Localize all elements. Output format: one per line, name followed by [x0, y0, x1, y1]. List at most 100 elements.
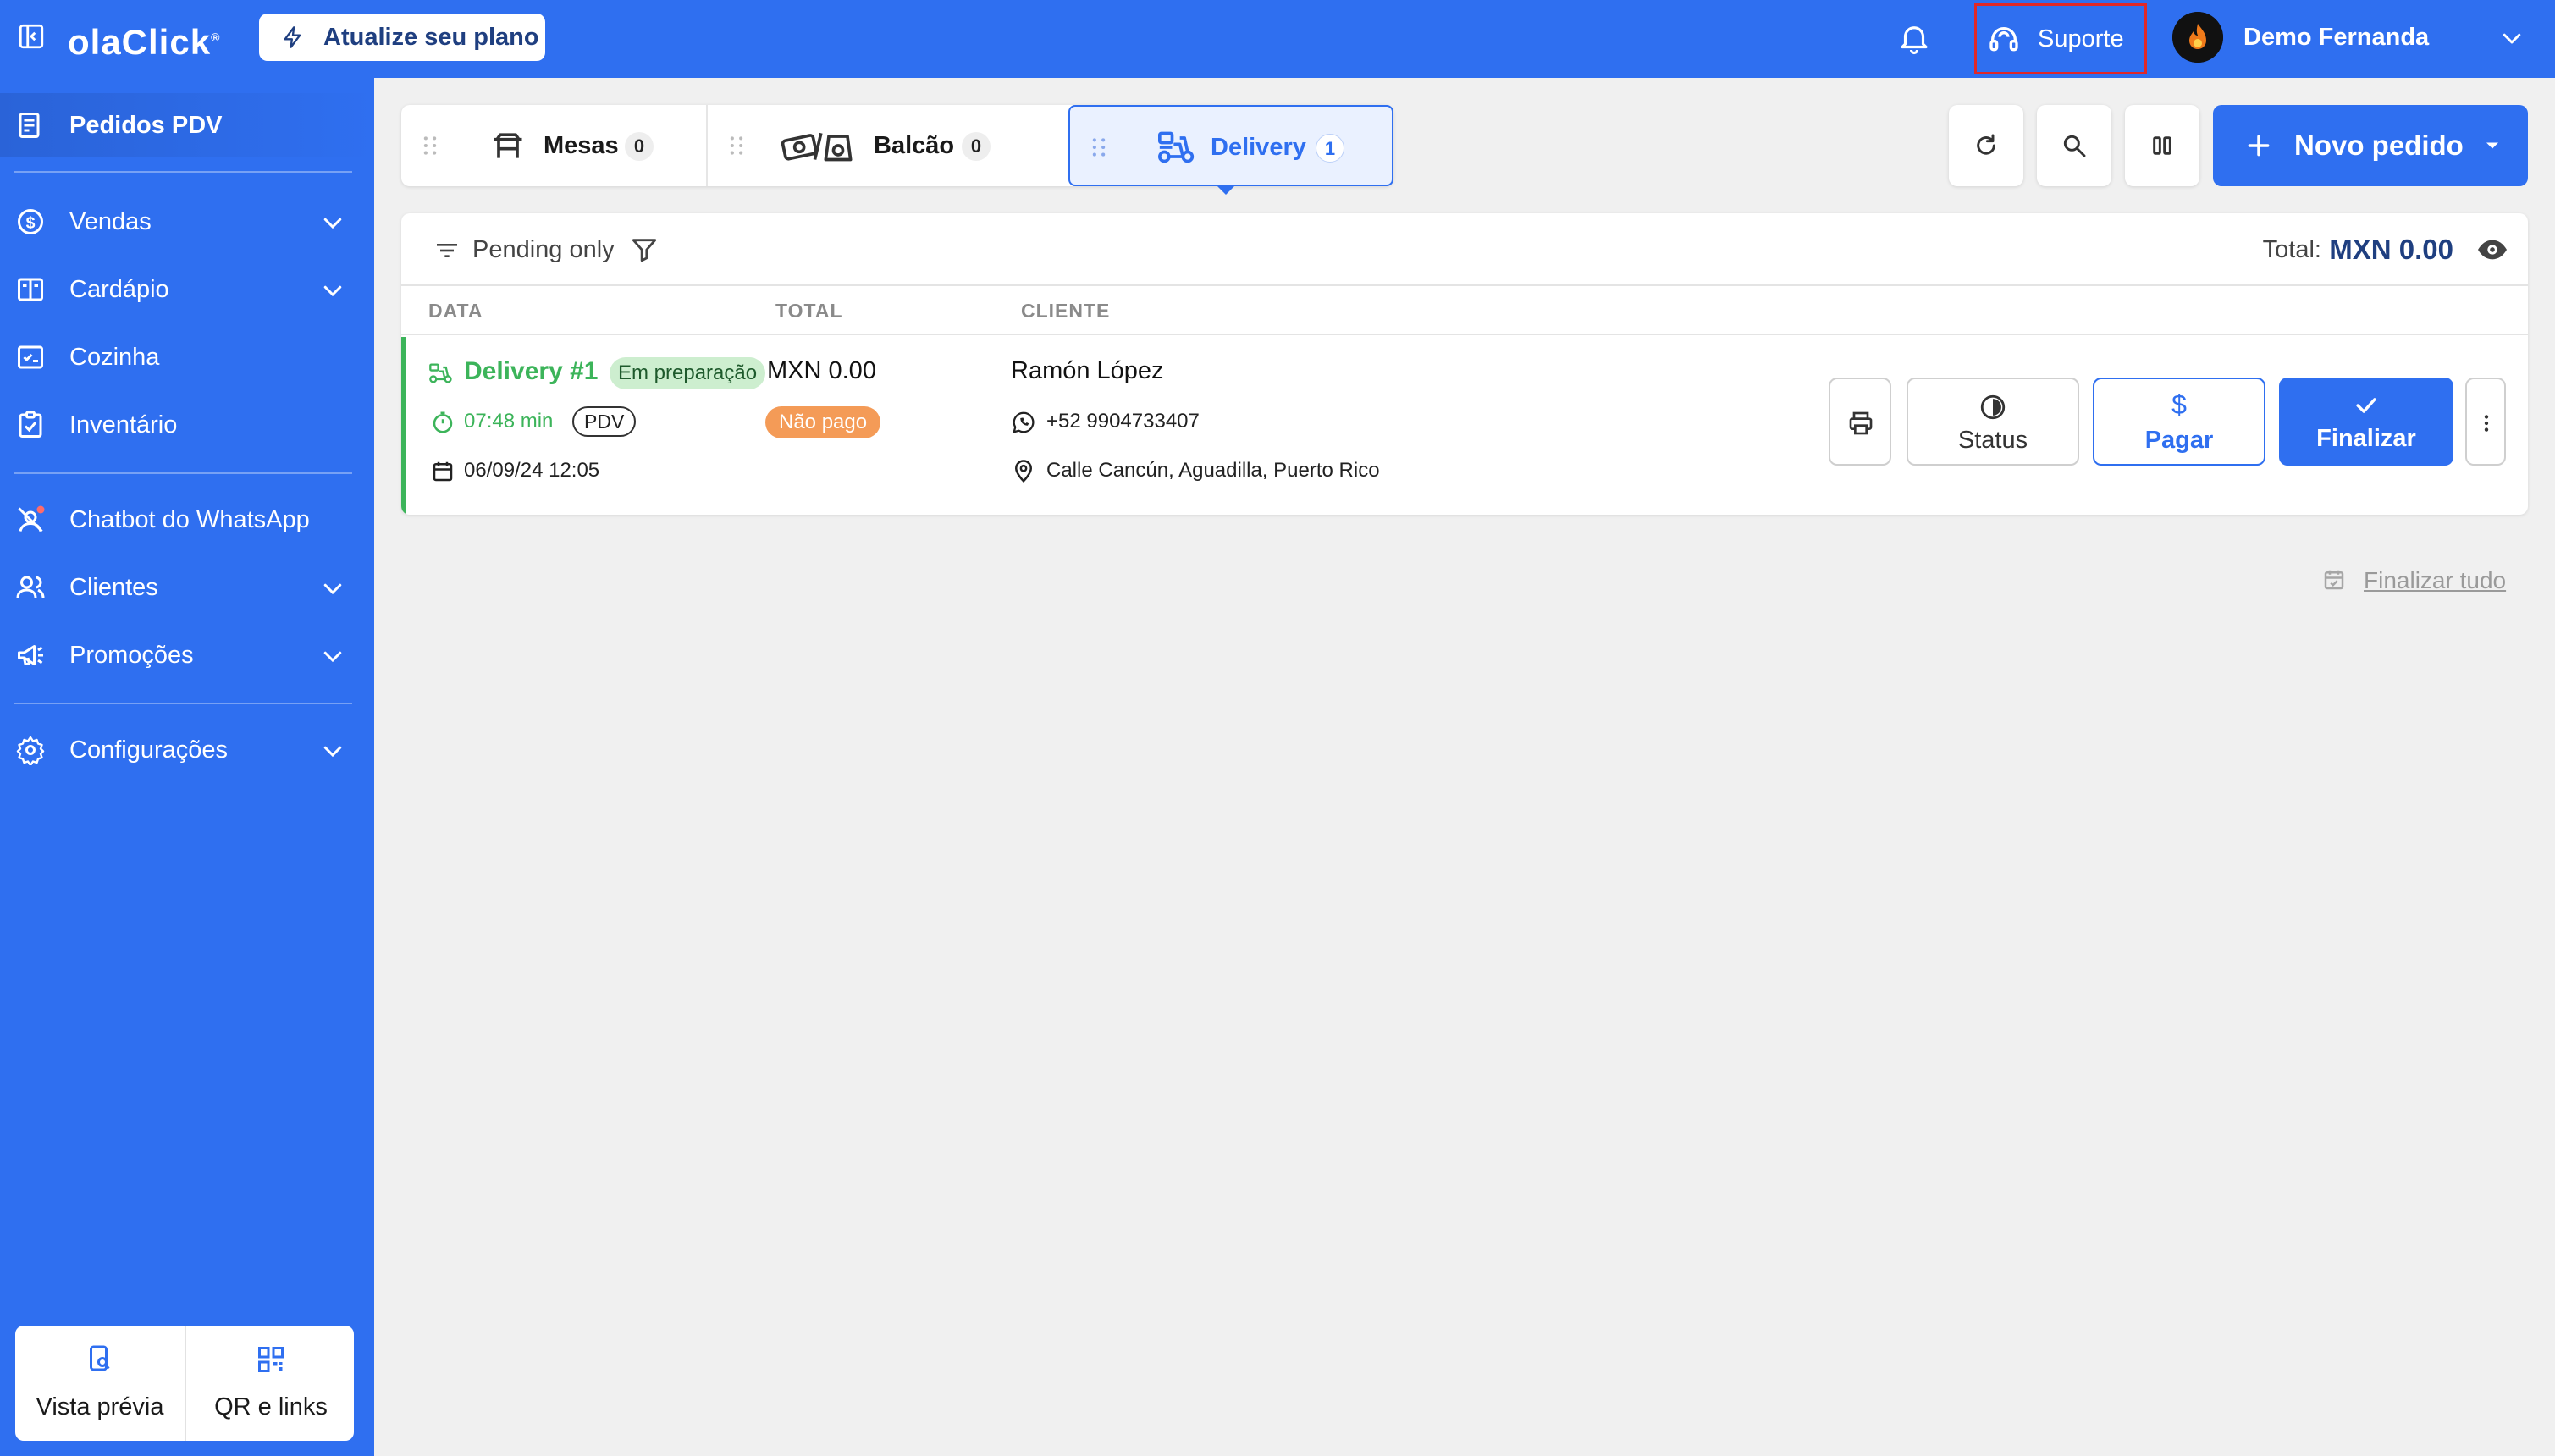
refresh-icon [1977, 134, 1995, 155]
search-button[interactable] [2037, 105, 2111, 186]
sidebar-item-label: Configurações [69, 736, 228, 764]
active-tab-pointer [1217, 186, 1234, 195]
order-row[interactable]: Delivery #1 Em preparação 07:48 min PDV … [401, 337, 2528, 515]
sidebar-item-promocoes[interactable]: Promoções [0, 623, 374, 687]
whatsapp-icon [1013, 411, 1035, 433]
orders-icon [19, 113, 40, 138]
support-button[interactable]: Suporte [1974, 3, 2147, 74]
order-type-tabs: Mesas 0 Balcão 0 Delivery 1 [401, 105, 1393, 195]
client-name: Ramón López [1011, 357, 1164, 384]
order-elapsed-time: 07:48 min [464, 410, 554, 433]
preview-icon [90, 1345, 110, 1371]
sidebar-item-configuracoes[interactable]: Configurações [0, 718, 374, 782]
caret-down-icon[interactable] [2481, 134, 2504, 157]
order-state-badge: Em preparação [610, 357, 766, 389]
gear-icon [16, 736, 45, 765]
calendar-icon [433, 461, 453, 482]
client-address: Calle Cancún, Aguadilla, Puerto Rico [1046, 459, 1380, 482]
svg-text:$: $ [26, 214, 36, 233]
sidebar-item-cozinha[interactable]: Cozinha [0, 325, 374, 389]
columns-view-button[interactable] [2125, 105, 2199, 186]
dollar-icon: $ [2171, 389, 2187, 420]
user-name[interactable]: Demo Fernanda [2243, 0, 2429, 74]
sidebar-item-clientes[interactable]: Clientes [0, 555, 374, 620]
delivery-scooter-icon [429, 363, 452, 383]
headset-icon [1989, 27, 2018, 52]
menu-book-icon [18, 278, 43, 301]
tab-balcao[interactable]: Balcão 0 [708, 105, 1036, 186]
kitchen-icon [18, 345, 43, 369]
finalize-button[interactable]: Finalizar [2279, 378, 2453, 466]
sidebar: Pedidos PDV $ Vendas Cardápio Cozinha In… [0, 78, 374, 1456]
order-title[interactable]: Delivery #1 [464, 357, 598, 386]
calendar-check-icon [2324, 570, 2344, 590]
tab-mesas[interactable]: Mesas 0 [401, 105, 706, 186]
client-phone[interactable]: +52 9904733407 [1046, 410, 1200, 433]
order-datetime: 06/09/24 12:05 [464, 459, 600, 482]
tab-label: Mesas [544, 132, 619, 159]
funnel-icon[interactable] [630, 235, 659, 264]
refresh-button[interactable] [1949, 105, 2023, 186]
qr-code-icon [258, 1347, 284, 1372]
pay-button[interactable]: $ Pagar [2093, 378, 2265, 466]
pending-only-filter[interactable]: Pending only [472, 213, 615, 286]
preview-button[interactable]: Vista prévia [15, 1326, 185, 1441]
chevron-down-icon [323, 746, 342, 758]
plus-icon [2248, 135, 2270, 157]
upgrade-plan-label: Atualize seu plano [323, 24, 539, 51]
olaclick-logo[interactable]: olaClick® [68, 14, 220, 66]
chevron-down-icon [323, 651, 342, 663]
sidebar-item-pedidos-pdv[interactable]: Pedidos PDV [0, 93, 374, 157]
tab-delivery[interactable]: Delivery 1 [1068, 105, 1393, 195]
upgrade-plan-button[interactable]: Atualize seu plano [259, 14, 545, 61]
location-pin-icon [1014, 460, 1033, 483]
new-order-button[interactable]: Novo pedido [2213, 105, 2528, 186]
finalize-label: Finalizar [2316, 425, 2416, 452]
chevron-down-icon [323, 218, 342, 229]
preview-label: Vista prévia [36, 1393, 164, 1420]
print-button[interactable] [1829, 378, 1891, 466]
search-icon [2063, 135, 2086, 157]
eye-icon[interactable] [2475, 235, 2509, 264]
drag-handle-icon[interactable] [1090, 137, 1107, 157]
takeaway-icon [781, 132, 853, 162]
sidebar-bottom-actions: Vista prévia QR e links [15, 1326, 354, 1441]
drag-handle-icon[interactable] [422, 135, 439, 156]
chatbot-icon [18, 505, 45, 532]
notifications-bell-icon[interactable] [1896, 20, 1932, 56]
sidebar-item-label: Cozinha [69, 344, 160, 371]
megaphone-icon [18, 645, 43, 665]
user-avatar[interactable] [2172, 12, 2223, 63]
table-icon [494, 133, 522, 158]
tab-label: Balcão [874, 132, 955, 159]
chevron-down-icon[interactable] [2499, 25, 2525, 51]
sidebar-item-cardapio[interactable]: Cardápio [0, 257, 374, 322]
sidebar-item-label: Clientes [69, 574, 158, 601]
tab-label: Delivery [1211, 134, 1306, 161]
status-button[interactable]: Status [1907, 378, 2079, 466]
sidebar-divider [14, 171, 352, 173]
status-pie-icon [1980, 394, 2006, 420]
sidebar-toggle-icon[interactable] [17, 22, 46, 51]
columns-icon [2153, 136, 2171, 155]
sidebar-item-inventario[interactable]: Inventário [0, 393, 374, 457]
pay-label: Pagar [2144, 427, 2214, 454]
check-icon [2356, 398, 2376, 413]
drag-handle-icon[interactable] [728, 135, 745, 156]
sidebar-item-label: Chatbot do WhatsApp [69, 506, 310, 533]
top-bar: olaClick® Atualize seu plano Suporte Dem… [0, 0, 2555, 78]
new-order-label: Novo pedido [2294, 130, 2464, 161]
sidebar-item-label: Cardápio [69, 276, 169, 303]
more-options-button[interactable] [2465, 378, 2506, 466]
sidebar-item-chatbot[interactable]: Chatbot do WhatsApp [0, 488, 374, 552]
tab-count-badge: 1 [1316, 134, 1344, 163]
table-header: DATA TOTAL CLIENTE [401, 286, 2528, 335]
sidebar-item-label: Inventário [69, 411, 178, 438]
sidebar-item-vendas[interactable]: $ Vendas [0, 190, 374, 254]
finalize-all-link[interactable]: Finalizar tudo [2321, 564, 2533, 598]
total-value: MXN 0.00 [2329, 234, 2453, 265]
filter-lines-icon[interactable] [433, 237, 461, 264]
qr-links-button[interactable]: QR e links [186, 1326, 356, 1441]
timer-icon [433, 411, 453, 433]
clipboard-icon [19, 411, 42, 438]
